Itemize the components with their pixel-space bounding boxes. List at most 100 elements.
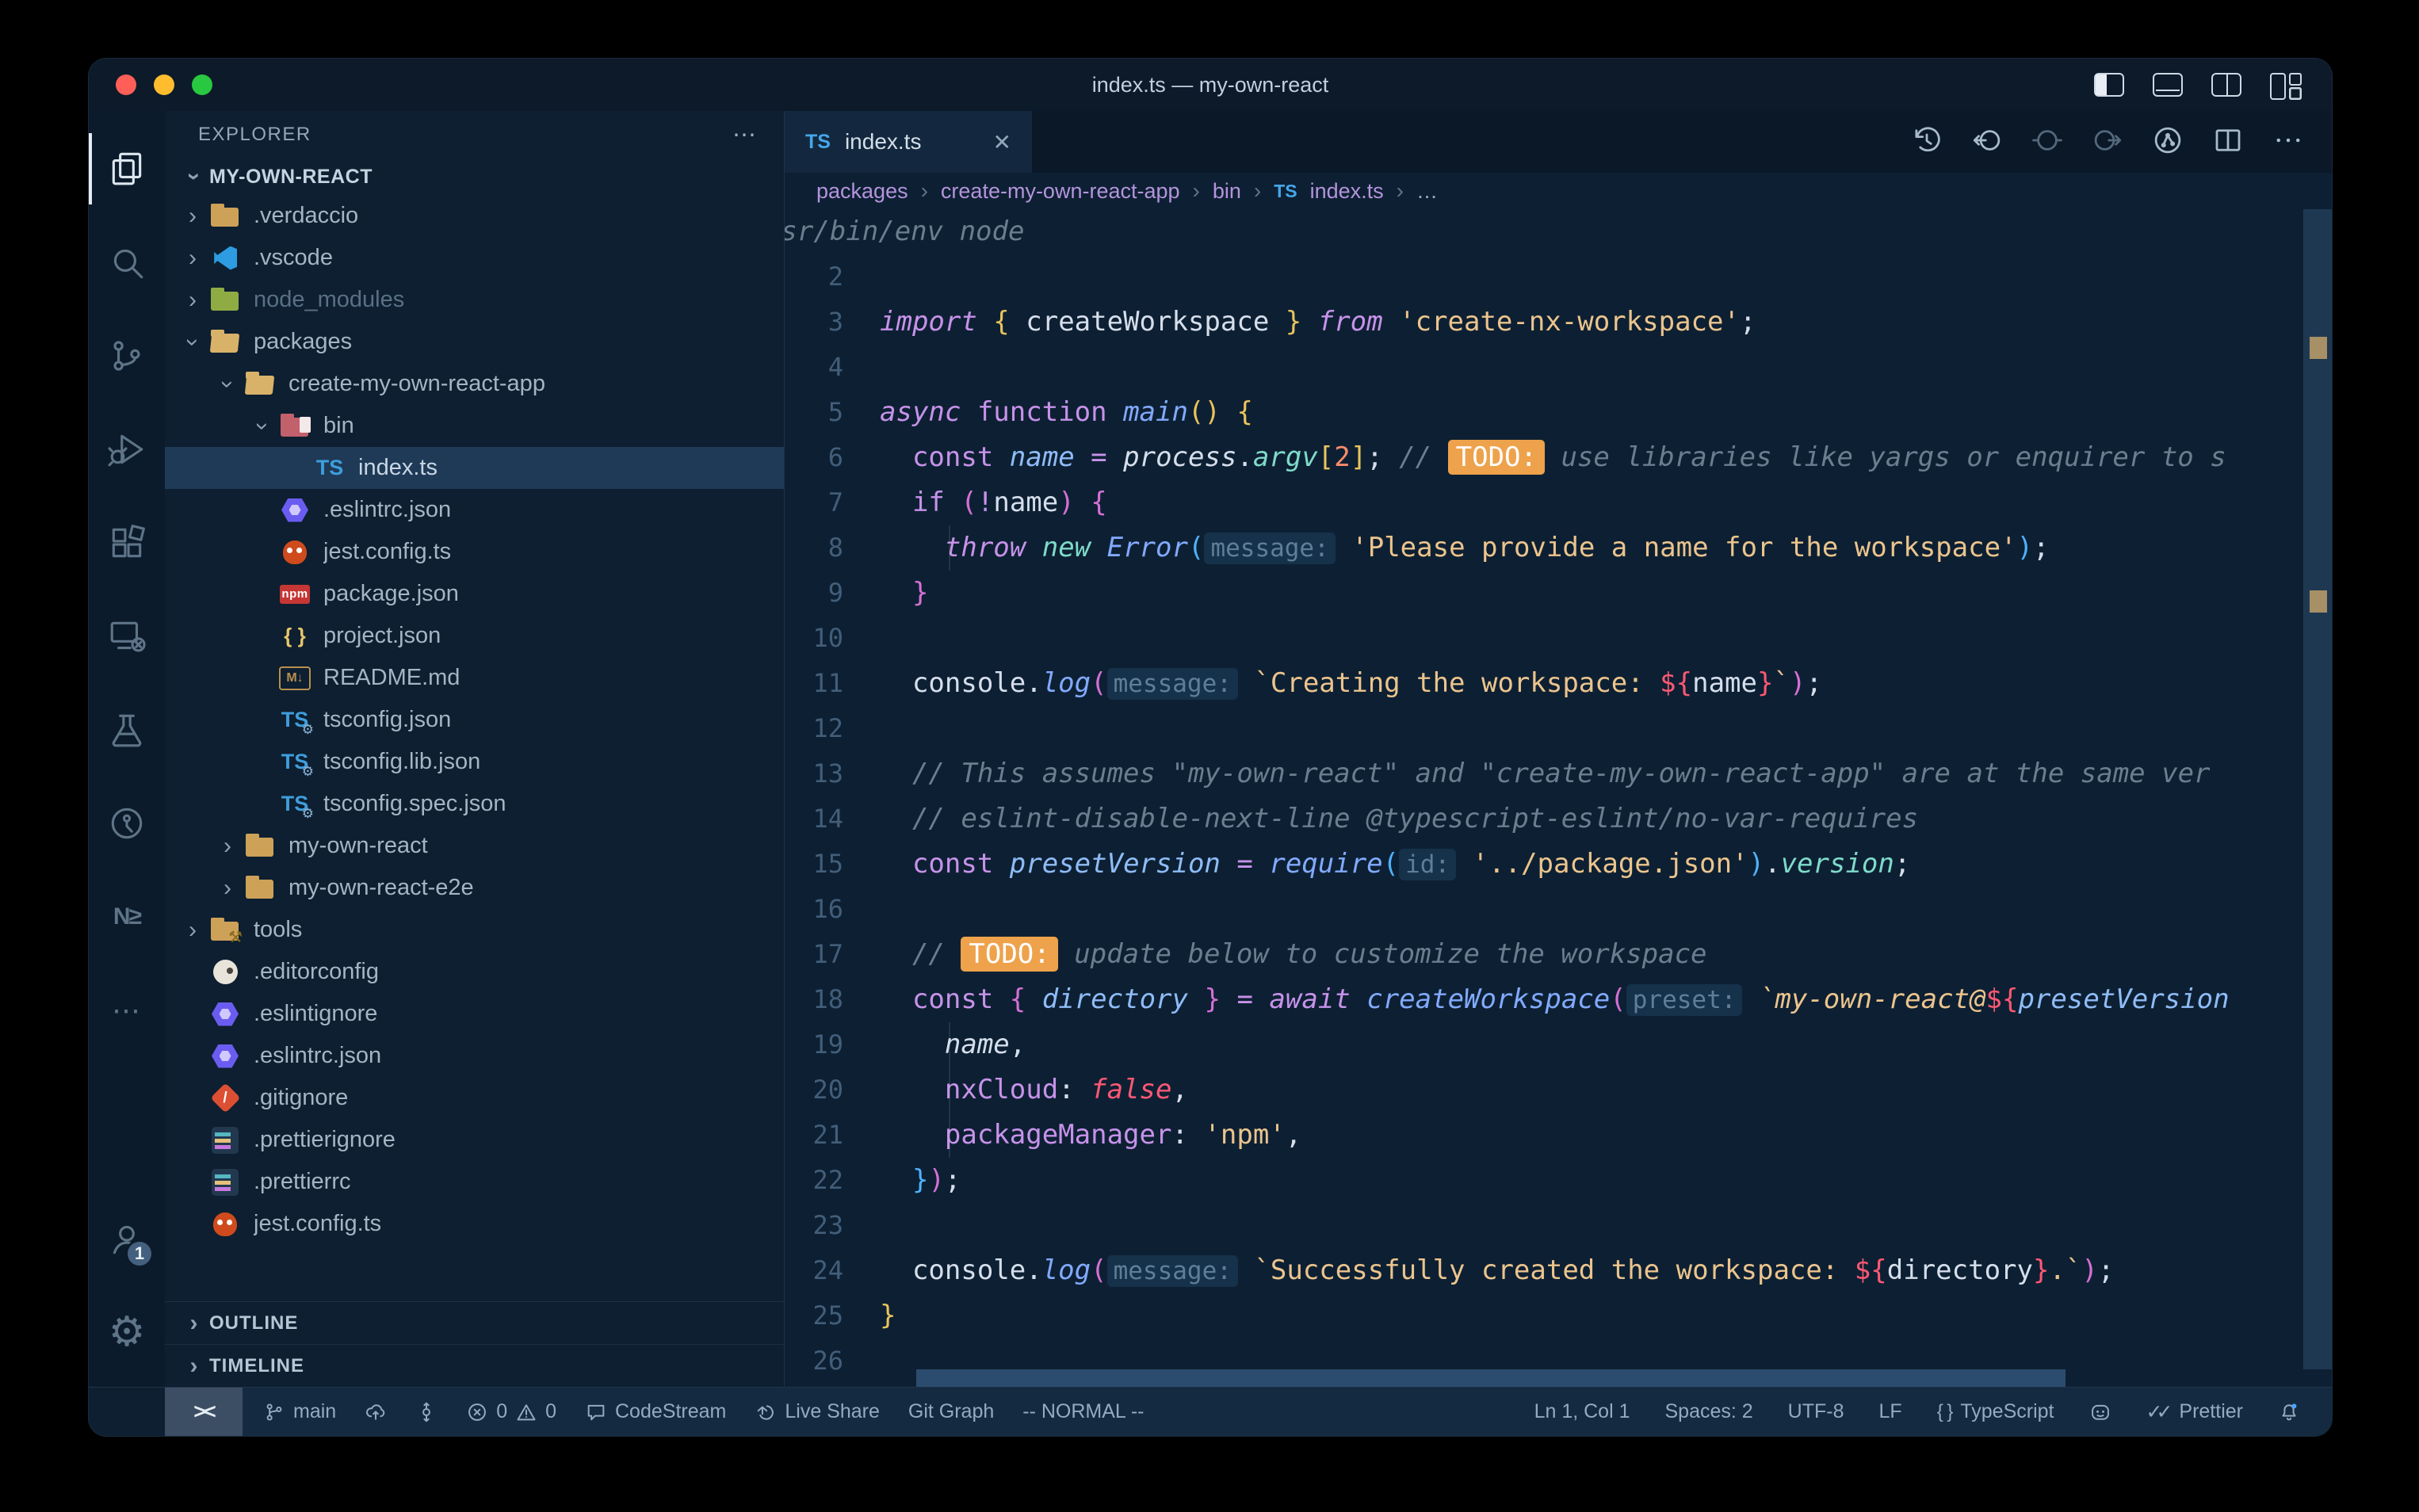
horizontal-scrollbar-thumb[interactable]: [916, 1369, 2066, 1387]
tree-item-.gitignore[interactable]: /.gitignore: [165, 1077, 784, 1119]
remote-indicator[interactable]: ><: [165, 1388, 243, 1436]
timeline-section[interactable]: › TIMELINE: [165, 1344, 784, 1387]
explorer-more-actions-icon[interactable]: ⋯: [732, 121, 757, 149]
toggle-primary-sidebar-icon[interactable]: [2094, 73, 2124, 97]
testing-icon[interactable]: [89, 683, 165, 777]
code-line-19[interactable]: 19 name,: [785, 1022, 2332, 1067]
tree-item-.prettierrc[interactable]: .prettierrc: [165, 1161, 784, 1203]
tree-item-tsconfig.json[interactable]: TS⚙tsconfig.json: [165, 699, 784, 741]
eol-item[interactable]: LF: [1879, 1400, 1902, 1423]
remote-explorer-icon[interactable]: [89, 590, 165, 683]
source-control-icon[interactable]: [89, 309, 165, 403]
tree-item-packages[interactable]: ›packages: [165, 321, 784, 363]
split-editor-icon[interactable]: [2211, 124, 2245, 161]
tab-index-ts[interactable]: TS index.ts ✕: [785, 111, 1032, 173]
timeline-history-icon[interactable]: [1910, 124, 1943, 161]
code-line-23[interactable]: 23: [785, 1203, 2332, 1248]
tree-item-.prettierignore[interactable]: .prettierignore: [165, 1119, 784, 1161]
code-line-20[interactable]: 20 nxCloud: false,: [785, 1067, 2332, 1113]
code-line-18[interactable]: 18 const { directory } = await createWor…: [785, 977, 2332, 1022]
tree-item-create-my-own-react-app[interactable]: ›create-my-own-react-app: [165, 363, 784, 405]
git-branch-item[interactable]: main: [263, 1400, 336, 1423]
code-line-2[interactable]: 2: [785, 254, 2332, 300]
accounts-icon[interactable]: 1: [89, 1192, 165, 1285]
cursor-position-item[interactable]: Ln 1, Col 1: [1534, 1400, 1630, 1423]
code-line-17[interactable]: 17 // TODO: update below to customize th…: [785, 932, 2332, 977]
customize-layout-icon[interactable]: [2270, 73, 2300, 97]
code-line-25[interactable]: 25}: [785, 1293, 2332, 1338]
tree-item-.editorconfig[interactable]: .editorconfig: [165, 951, 784, 993]
tree-item-tsconfig.spec.json[interactable]: TS⚙tsconfig.spec.json: [165, 783, 784, 825]
code-line-24[interactable]: 24 console.log(message: `Successfully cr…: [785, 1248, 2332, 1293]
code-line-13[interactable]: 13 // This assumes "my-own-react" and "c…: [785, 751, 2332, 796]
tree-item-my-own-react[interactable]: ›my-own-react: [165, 825, 784, 867]
previous-change-icon[interactable]: [1970, 124, 2004, 161]
checkpoint-icon[interactable]: [2031, 124, 2064, 161]
tree-item-my-own-react-e2e[interactable]: ›my-own-react-e2e: [165, 867, 784, 909]
tree-item-.verdaccio[interactable]: ›.verdaccio: [165, 195, 784, 237]
breadcrumb-packages[interactable]: packages: [816, 179, 908, 204]
gitlens-icon[interactable]: [89, 777, 165, 870]
code-line-21[interactable]: 21 packageManager: 'npm',: [785, 1113, 2332, 1158]
code-line-7[interactable]: 7 if (!name) {: [785, 480, 2332, 525]
settings-gear-icon[interactable]: ⚙: [89, 1285, 165, 1379]
code-line-8[interactable]: 8 throw new Error(message: 'Please provi…: [785, 525, 2332, 571]
close-window-button[interactable]: [116, 74, 136, 95]
minimize-window-button[interactable]: [154, 74, 174, 95]
code-line-1[interactable]: 1#!/usr/bin/env node: [785, 209, 861, 254]
git-commit-item[interactable]: [415, 1401, 438, 1423]
git-graph-item[interactable]: Git Graph: [908, 1400, 994, 1423]
tree-item-index.ts[interactable]: TSindex.ts: [165, 447, 784, 489]
breadcrumb-bin[interactable]: bin: [1213, 179, 1241, 204]
notifications-item[interactable]: [2278, 1401, 2300, 1423]
toggle-panel-icon[interactable]: [2153, 73, 2183, 97]
breadcrumb-app[interactable]: create-my-own-react-app: [941, 179, 1180, 204]
tree-item-jest.config.ts[interactable]: jest.config.ts: [165, 531, 784, 573]
code-line-6[interactable]: 6 const name = process.argv[2]; // TODO:…: [785, 435, 2332, 480]
code-line-5[interactable]: 5async function main() {: [785, 390, 2332, 435]
tree-item-.eslintrc.json[interactable]: .eslintrc.json: [165, 1035, 784, 1077]
close-tab-icon[interactable]: ✕: [993, 129, 1011, 155]
code-line-12[interactable]: 12: [785, 706, 2332, 751]
tree-item-.vscode[interactable]: ›.vscode: [165, 237, 784, 279]
language-mode-item[interactable]: { } TypeScript: [1937, 1400, 2054, 1423]
encoding-item[interactable]: UTF-8: [1788, 1400, 1844, 1423]
code-line-10[interactable]: 10: [785, 616, 2332, 661]
tree-item-project.json[interactable]: { }project.json: [165, 615, 784, 657]
code-line-3[interactable]: 3import { createWorkspace } from 'create…: [785, 300, 2332, 345]
nx-console-icon[interactable]: N≥: [89, 870, 165, 964]
breadcrumb-symbol[interactable]: …: [1416, 179, 1438, 204]
prettier-item[interactable]: ✓✓ Prettier: [2146, 1400, 2244, 1424]
tree-item-tools[interactable]: ›⚒tools: [165, 909, 784, 951]
code-line-16[interactable]: 16: [785, 887, 2332, 932]
problems-item[interactable]: 0 0: [466, 1400, 556, 1423]
explorer-icon[interactable]: [89, 122, 165, 216]
tree-item-node_modules[interactable]: ›node_modules: [165, 279, 784, 321]
run-debug-icon[interactable]: [89, 403, 165, 496]
codestream-item[interactable]: CodeStream: [585, 1400, 726, 1423]
tree-item-.eslintrc.json[interactable]: .eslintrc.json: [165, 489, 784, 531]
github-item[interactable]: [2089, 1401, 2111, 1423]
search-icon[interactable]: [89, 216, 165, 309]
tree-item-tsconfig.lib.json[interactable]: TS⚙tsconfig.lib.json: [165, 741, 784, 783]
tree-item-jest.config.ts[interactable]: jest.config.ts: [165, 1203, 784, 1245]
tree-item-bin[interactable]: ›bin: [165, 405, 784, 447]
toggle-secondary-sidebar-icon[interactable]: [2211, 73, 2241, 97]
code-line-14[interactable]: 14 // eslint-disable-next-line @typescri…: [785, 796, 2332, 842]
editor-more-actions-icon[interactable]: [2272, 124, 2305, 161]
code-line-15[interactable]: 15 const presetVersion = require(id: '..…: [785, 842, 2332, 887]
code-line-22[interactable]: 22 });: [785, 1158, 2332, 1203]
breadcrumb-file[interactable]: index.ts: [1310, 179, 1384, 204]
workspace-root-row[interactable]: › MY-OWN-REACT: [165, 158, 784, 195]
tree-item-package.json[interactable]: npmpackage.json: [165, 573, 784, 615]
outline-section[interactable]: › OUTLINE: [165, 1301, 784, 1344]
zoom-window-button[interactable]: [192, 74, 212, 95]
code-line-9[interactable]: 9 }: [785, 571, 2332, 616]
code-line-11[interactable]: 11 console.log(message: `Creating the wo…: [785, 661, 2332, 706]
next-change-icon[interactable]: [2091, 124, 2124, 161]
vertical-scrollbar-thumb[interactable]: [2303, 209, 2332, 1369]
tree-item-.eslintignore[interactable]: .eslintignore: [165, 993, 784, 1035]
publish-changes-item[interactable]: [365, 1401, 387, 1423]
live-share-item[interactable]: Live Share: [755, 1400, 880, 1423]
git-graph-view-icon[interactable]: [2151, 124, 2184, 161]
